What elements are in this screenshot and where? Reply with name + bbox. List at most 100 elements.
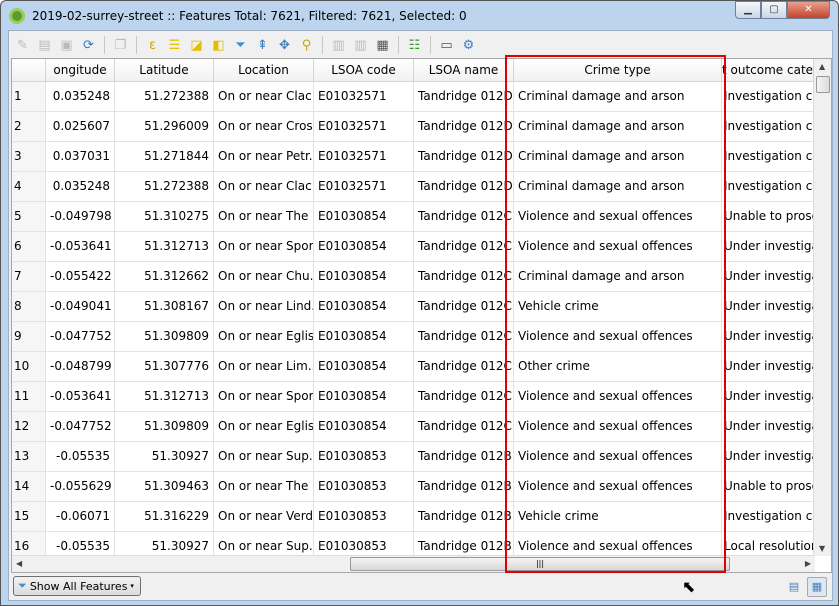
table-cell[interactable]: Criminal damage and arson: [514, 172, 722, 202]
table-cell[interactable]: Investigation c...: [722, 112, 814, 142]
table-row[interactable]: 5 -0.049798 51.310275 On or near The ... E01…: [12, 202, 814, 232]
column-header[interactable]: LSOA code: [314, 59, 414, 82]
save-icon[interactable]: ▣: [57, 36, 76, 55]
table-cell[interactable]: E01032571: [314, 82, 414, 112]
table-cell[interactable]: Vehicle crime: [514, 502, 722, 532]
deselect-icon[interactable]: ◧: [209, 36, 228, 55]
table-cell[interactable]: Under investiga...: [722, 442, 814, 472]
delete-field-icon[interactable]: ▥: [351, 36, 370, 55]
vertical-scrollbar[interactable]: ▲ ▼: [813, 59, 831, 556]
row-header[interactable]: 3: [12, 142, 46, 172]
table-cell[interactable]: 0.035248: [46, 172, 115, 202]
pan-selected-icon[interactable]: ✥: [275, 36, 294, 55]
invert-selection-icon[interactable]: ◪: [187, 36, 206, 55]
table-cell[interactable]: -0.049798: [46, 202, 115, 232]
table-row[interactable]: 14 -0.055629 51.309463 On or near The ... E0…: [12, 472, 814, 502]
table-cell[interactable]: E01032571: [314, 112, 414, 142]
table-row[interactable]: 9-0.04775251.309809On or near Eglis...E0…: [12, 322, 814, 352]
table-cell[interactable]: On or near Lim...: [214, 352, 314, 382]
table-cell[interactable]: E01030853: [314, 502, 414, 532]
zoom-selected-icon[interactable]: ⚲: [297, 36, 316, 55]
table-cell[interactable]: Tandridge 012D: [414, 142, 514, 172]
table-cell[interactable]: Under investiga...: [722, 412, 814, 442]
table-cell[interactable]: 51.309809: [115, 412, 214, 442]
table-cell[interactable]: E01032571: [314, 172, 414, 202]
table-cell[interactable]: 51.312662: [115, 262, 214, 292]
table-row[interactable]: 11 -0.053641 51.312713 On or near Spor... E0…: [12, 382, 814, 412]
table-cell[interactable]: 51.312713: [115, 382, 214, 412]
table-cell[interactable]: Under investiga...: [722, 352, 814, 382]
table-cell[interactable]: On or near The ...: [214, 472, 314, 502]
table-row[interactable]: 7 -0.055422 51.312662 On or near Chu... E010…: [12, 262, 814, 292]
table-cell[interactable]: On or near Sup...: [214, 442, 314, 472]
vertical-scroll-thumb[interactable]: [816, 76, 830, 93]
show-all-features-button[interactable]: ⏷ Show All Features ▾: [13, 576, 141, 596]
table-row[interactable]: 2 0.025607 51.296009 On or near Cros... E010…: [12, 112, 814, 142]
table-row[interactable]: 15 -0.06071 51.316229 On or near Verd... E01…: [12, 502, 814, 532]
table-cell[interactable]: 51.310275: [115, 202, 214, 232]
row-header[interactable]: 15: [12, 502, 46, 532]
table-cell[interactable]: On or near Petr...: [214, 142, 314, 172]
table-cell[interactable]: 51.296009: [115, 112, 214, 142]
table-cell[interactable]: On or near Lind...: [214, 292, 314, 322]
table-cell[interactable]: 51.308167: [115, 292, 214, 322]
reload-icon[interactable]: ⟳: [79, 36, 98, 55]
table-cell[interactable]: Under investiga...: [722, 322, 814, 352]
expression-select-icon[interactable]: ε: [143, 36, 162, 55]
row-header[interactable]: 10: [12, 352, 46, 382]
table-cell[interactable]: Tandridge 012B: [414, 442, 514, 472]
actions-icon[interactable]: ⚙: [459, 36, 478, 55]
table-cell[interactable]: 0.025607: [46, 112, 115, 142]
table-cell[interactable]: Tandridge 012D: [414, 172, 514, 202]
table-cell[interactable]: 51.312713: [115, 232, 214, 262]
row-header[interactable]: 2: [12, 112, 46, 142]
table-cell[interactable]: Violence and sexual offences: [514, 382, 722, 412]
table-row[interactable]: 4 0.035248 51.272388 On or near Clac... E010…: [12, 172, 814, 202]
table-cell[interactable]: Tandridge 012D: [414, 112, 514, 142]
row-header[interactable]: 11: [12, 382, 46, 412]
copy-icon[interactable]: ❐: [111, 36, 130, 55]
table-cell[interactable]: Violence and sexual offences: [514, 412, 722, 442]
table-cell[interactable]: -0.048799: [46, 352, 115, 382]
table-cell[interactable]: Violence and sexual offences: [514, 322, 722, 352]
table-cell[interactable]: Under investiga...: [722, 232, 814, 262]
table-cell[interactable]: On or near Eglis...: [214, 412, 314, 442]
table-cell[interactable]: E01030854: [314, 262, 414, 292]
table-view-button[interactable]: ▦: [807, 577, 827, 597]
table-cell[interactable]: E01030854: [314, 352, 414, 382]
table-cell[interactable]: E01030854: [314, 412, 414, 442]
table-cell[interactable]: On or near Cros...: [214, 112, 314, 142]
table-cell[interactable]: Tandridge 012C: [414, 262, 514, 292]
table-cell[interactable]: -0.05535: [46, 442, 115, 472]
minimize-button[interactable]: ▁: [735, 1, 761, 19]
table-cell[interactable]: -0.06071: [46, 502, 115, 532]
table-cell[interactable]: Under investiga...: [722, 382, 814, 412]
table-cell[interactable]: Investigation c...: [722, 502, 814, 532]
table-cell[interactable]: Tandridge 012C: [414, 292, 514, 322]
multi-edit-icon[interactable]: ▤: [35, 36, 54, 55]
row-header[interactable]: 7: [12, 262, 46, 292]
maximize-button[interactable]: ▢: [761, 1, 787, 19]
table-cell[interactable]: E01030854: [314, 232, 414, 262]
table-cell[interactable]: Violence and sexual offences: [514, 202, 722, 232]
table-cell[interactable]: Unable to prose...: [722, 202, 814, 232]
form-view-button[interactable]: ▤: [784, 577, 804, 597]
table-cell[interactable]: 0.035248: [46, 82, 115, 112]
table-cell[interactable]: -0.055629: [46, 472, 115, 502]
table-cell[interactable]: -0.053641: [46, 232, 115, 262]
table-cell[interactable]: Criminal damage and arson: [514, 82, 722, 112]
table-cell[interactable]: On or near Clac...: [214, 172, 314, 202]
table-cell[interactable]: Criminal damage and arson: [514, 112, 722, 142]
table-cell[interactable]: E01030854: [314, 292, 414, 322]
table-row[interactable]: 6 -0.053641 51.312713 On or near Spor... E01…: [12, 232, 814, 262]
corner-header[interactable]: [12, 59, 46, 82]
conditional-format-icon[interactable]: ☷: [405, 36, 424, 55]
table-cell[interactable]: 51.30927: [115, 442, 214, 472]
table-row[interactable]: 10 -0.048799 51.307776 On or near Lim... E01…: [12, 352, 814, 382]
table-cell[interactable]: E01032571: [314, 142, 414, 172]
table-cell[interactable]: -0.055422: [46, 262, 115, 292]
table-cell[interactable]: Tandridge 012B: [414, 472, 514, 502]
close-button[interactable]: ✕: [787, 1, 830, 19]
table-cell[interactable]: -0.049041: [46, 292, 115, 322]
new-field-icon[interactable]: ▥: [329, 36, 348, 55]
